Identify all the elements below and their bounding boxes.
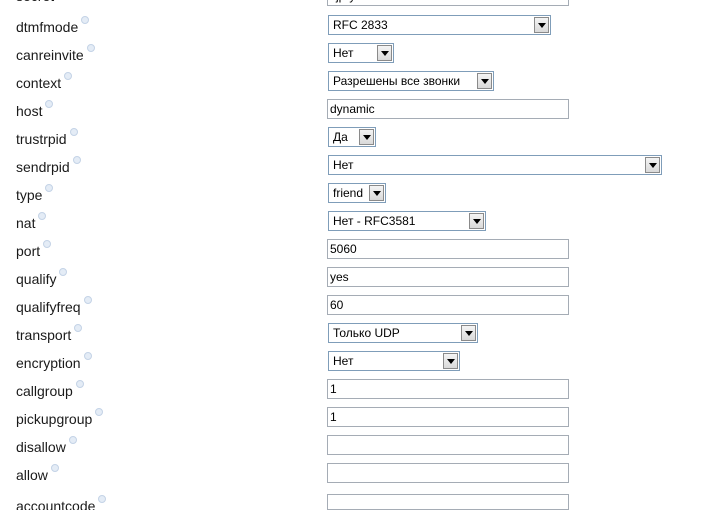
callgroup-input[interactable]	[327, 379, 569, 399]
trustrpid-select[interactable]: Да	[328, 127, 376, 147]
chevron-down-icon[interactable]	[443, 353, 458, 369]
context-select[interactable]: Разрешены все звонки	[328, 71, 494, 91]
chevron-down-icon[interactable]	[359, 129, 374, 145]
label-qualifyfreq: qualifyfreq	[16, 296, 92, 315]
chevron-down-icon[interactable]	[645, 157, 660, 173]
row-nat: nat Нет - RFC3581	[0, 211, 712, 231]
label-allow: allow	[16, 464, 59, 483]
label-encryption: encryption	[16, 352, 92, 371]
help-icon[interactable]	[59, 268, 68, 276]
label-transport: transport	[16, 324, 83, 343]
sendrpid-select[interactable]: Нет	[328, 155, 662, 175]
nat-select[interactable]: Нет - RFC3581	[328, 211, 486, 231]
chevron-down-icon[interactable]	[461, 325, 476, 341]
help-icon[interactable]	[68, 436, 77, 444]
label-secret: secret	[16, 0, 65, 4]
row-accountcode: accountcode	[0, 494, 712, 510]
help-icon[interactable]	[43, 240, 52, 248]
row-canreinvite: canreinvite Нет	[0, 43, 712, 63]
dtmfmode-select[interactable]: RFC 2833	[328, 15, 551, 35]
allow-input[interactable]	[327, 463, 569, 483]
chevron-down-icon[interactable]	[469, 213, 484, 229]
label-sendrpid: sendrpid	[16, 156, 81, 175]
row-context: context Разрешены все звонки	[0, 71, 712, 91]
help-icon[interactable]	[72, 156, 81, 164]
chevron-down-icon[interactable]	[477, 73, 492, 89]
row-host: host	[0, 99, 712, 119]
row-port: port	[0, 239, 712, 259]
label-dtmfmode: dtmfmode	[16, 16, 90, 35]
help-icon[interactable]	[45, 100, 54, 108]
help-icon[interactable]	[86, 44, 95, 52]
label-pickupgroup: pickupgroup	[16, 408, 104, 427]
label-type: type	[16, 184, 54, 203]
row-secret: secret	[0, 0, 712, 6]
qualify-input[interactable]	[327, 267, 569, 287]
sip-settings-form: secret dtmfmode RFC 2833 canreinvite Нет…	[0, 0, 712, 510]
chevron-down-icon[interactable]	[377, 45, 392, 61]
secret-input[interactable]	[327, 0, 569, 6]
disallow-input[interactable]	[327, 435, 569, 455]
help-icon[interactable]	[95, 408, 104, 416]
help-icon[interactable]	[83, 296, 92, 304]
row-qualifyfreq: qualifyfreq	[0, 295, 712, 315]
help-icon[interactable]	[69, 128, 78, 136]
row-pickupgroup: pickupgroup	[0, 407, 712, 427]
port-input[interactable]	[327, 239, 569, 259]
help-icon[interactable]	[81, 16, 90, 24]
help-icon[interactable]	[75, 380, 84, 388]
help-icon[interactable]	[50, 464, 59, 472]
qualifyfreq-input[interactable]	[327, 295, 569, 315]
chevron-down-icon[interactable]	[369, 185, 384, 201]
label-canreinvite: canreinvite	[16, 44, 95, 63]
label-context: context	[16, 72, 73, 91]
transport-select[interactable]: Только UDP	[328, 323, 478, 343]
row-dtmfmode: dtmfmode RFC 2833	[0, 15, 712, 35]
label-accountcode: accountcode	[16, 495, 107, 510]
row-trustrpid: trustrpid Да	[0, 127, 712, 147]
accountcode-input[interactable]	[327, 494, 569, 510]
chevron-down-icon[interactable]	[534, 17, 549, 33]
help-icon[interactable]	[74, 324, 83, 332]
row-type: type friend	[0, 183, 712, 203]
help-icon[interactable]	[38, 212, 47, 220]
label-nat: nat	[16, 212, 47, 231]
label-callgroup: callgroup	[16, 380, 84, 399]
row-disallow: disallow	[0, 435, 712, 455]
help-icon[interactable]	[98, 495, 107, 503]
help-icon[interactable]	[83, 352, 92, 360]
row-transport: transport Только UDP	[0, 323, 712, 343]
row-sendrpid: sendrpid Нет	[0, 155, 712, 175]
label-qualify: qualify	[16, 268, 68, 287]
type-select[interactable]: friend	[328, 183, 386, 203]
row-encryption: encryption Нет	[0, 351, 712, 371]
label-host: host	[16, 100, 54, 119]
row-qualify: qualify	[0, 267, 712, 287]
label-disallow: disallow	[16, 436, 77, 455]
help-icon[interactable]	[45, 184, 54, 192]
row-callgroup: callgroup	[0, 379, 712, 399]
label-text: secret	[16, 0, 54, 4]
label-port: port	[16, 240, 52, 259]
row-allow: allow	[0, 463, 712, 483]
label-trustrpid: trustrpid	[16, 128, 78, 147]
pickupgroup-input[interactable]	[327, 407, 569, 427]
help-icon[interactable]	[64, 72, 73, 80]
canreinvite-select[interactable]: Нет	[328, 43, 394, 63]
host-input[interactable]	[327, 99, 569, 119]
encryption-select[interactable]: Нет	[328, 351, 460, 371]
